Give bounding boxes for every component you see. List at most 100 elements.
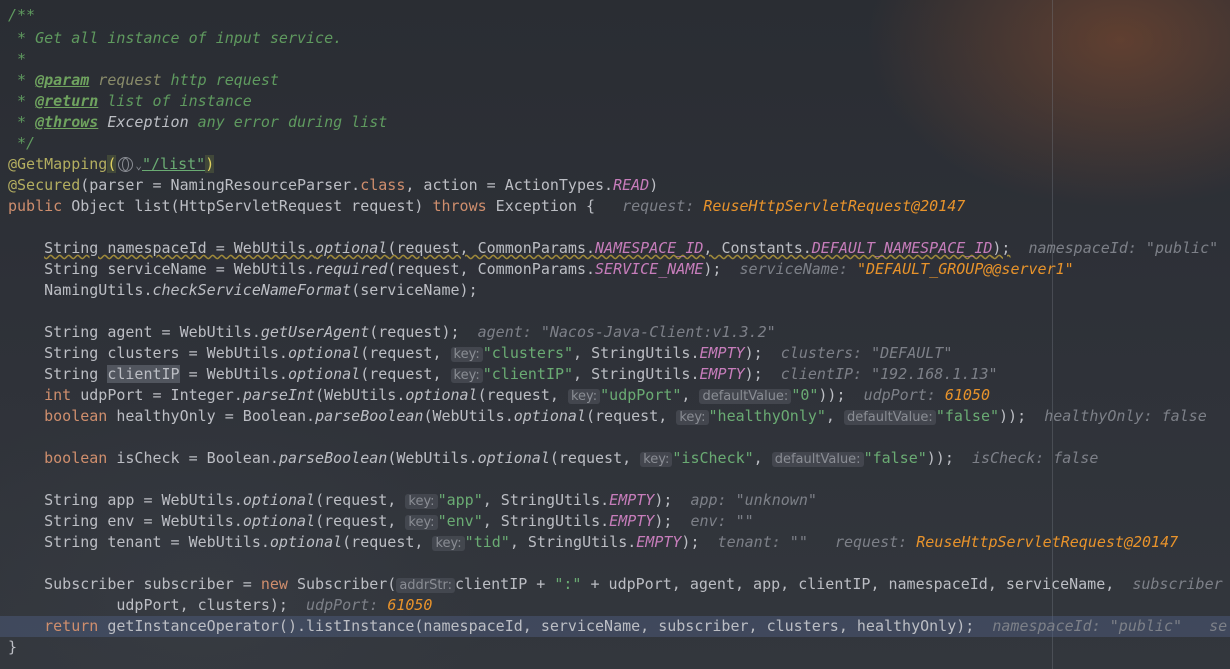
string-literal: "app"	[437, 491, 483, 509]
debug-inline-value: namespaceId: "public"	[992, 617, 1183, 635]
code-text: );	[744, 344, 763, 362]
code-line[interactable]: */	[8, 133, 35, 154]
method-call: optional	[513, 407, 586, 425]
code-text: (request,	[360, 365, 451, 383]
constant: NAMESPACE_ID	[595, 239, 704, 257]
code-text: (WebUtils.	[387, 449, 478, 467]
string-literal[interactable]: "/list"	[142, 155, 205, 173]
code-text: isCheck = Boolean.	[107, 449, 279, 467]
code-text: );	[744, 365, 763, 383]
debug-inline-object[interactable]: ReuseHttpServletRequest@20147	[703, 197, 965, 215]
code-line[interactable]: NamingUtils.checkServiceNameFormat(servi…	[8, 280, 478, 301]
code-text: , StringUtils.	[573, 365, 700, 383]
code-line[interactable]: @Secured(parser = NamingResourceParser.c…	[8, 175, 658, 196]
string-literal: "false"	[935, 407, 1000, 425]
param-hint: key:	[450, 347, 483, 362]
code-line[interactable]: boolean healthyOnly = Boolean.parseBoole…	[8, 406, 1207, 427]
method-call: required	[315, 260, 388, 278]
method-call: optional	[242, 491, 316, 509]
code-line-current[interactable]: return getInstanceOperator().listInstanc…	[8, 616, 1227, 637]
param-hint: key:	[450, 368, 483, 383]
code-line[interactable]: String namespaceId = WebUtils.optional(r…	[8, 238, 1218, 259]
code-text: ));	[926, 449, 954, 467]
debug-inline-value: se	[1209, 617, 1228, 635]
code-text: );	[703, 260, 722, 278]
code-line[interactable]: * @param request http request	[8, 70, 279, 91]
code-line[interactable]: * Get all instance of input service.	[8, 28, 342, 49]
code-text: ,	[753, 449, 772, 467]
code-text: Exception {	[486, 197, 596, 215]
code-text: ,	[681, 386, 700, 404]
code-line[interactable]: * @return list of instance	[8, 91, 252, 112]
code-line[interactable]: *	[8, 49, 26, 70]
param-hint: defaultValue:	[843, 410, 936, 425]
debug-inline-value: clientIP: "192.168.1.13"	[780, 365, 998, 383]
debug-inline-number: 61050	[944, 386, 990, 404]
method-call: optional	[269, 533, 343, 551]
code-line[interactable]: String clusters = WebUtils.optional(requ…	[8, 343, 952, 364]
code-text: , action = ActionTypes.	[405, 176, 614, 194]
debug-inline-number: 61050	[387, 596, 433, 614]
code-text: String clusters = WebUtils.	[44, 344, 288, 362]
warning-underline: String namespaceId = WebUtils.optional(r…	[44, 239, 1010, 257]
param-hint: defaultValue:	[771, 452, 864, 467]
code-text: (request);	[369, 323, 460, 341]
code-line[interactable]: }	[8, 637, 17, 658]
keyword: public	[8, 197, 63, 215]
code-line[interactable]: String tenant = WebUtils.optional(reques…	[8, 532, 1178, 553]
comment: http request	[161, 71, 279, 89]
bracket-match: )	[205, 155, 215, 173]
globe-icon[interactable]	[118, 157, 134, 172]
code-line[interactable]: public Object list(HttpServletRequest re…	[8, 196, 965, 217]
constant: DEFAULT_NAMESPACE_ID	[811, 239, 993, 257]
right-margin-guide	[1052, 0, 1053, 669]
code-text: (request, CommonParams.	[387, 260, 596, 278]
code-text: (request,	[315, 491, 406, 509]
debug-inline-object[interactable]: ReuseHttpServletRequest@20147	[916, 533, 1178, 551]
code-text: Subscriber subscriber =	[44, 575, 261, 593]
closing-brace: }	[8, 638, 18, 656]
code-text: )	[649, 176, 659, 194]
debug-inline-value: subscriber	[1132, 575, 1223, 593]
code-line[interactable]: Subscriber subscriber = new Subscriber(a…	[8, 574, 1223, 595]
debug-inline-value: namespaceId: "public"	[1028, 239, 1219, 257]
code-line[interactable]: String clientIP = WebUtils.optional(requ…	[8, 364, 998, 385]
code-line[interactable]: * @throws Exception any error during lis…	[8, 112, 387, 133]
code-text: ,	[825, 407, 844, 425]
code-editor[interactable]: /** * Get all instance of input service.…	[0, 0, 1230, 669]
annotation: @GetMapping	[8, 155, 108, 173]
method-call: optional	[242, 512, 316, 530]
code-text: getInstanceOperator().listInstance(names…	[98, 617, 975, 635]
code-line[interactable]: String env = WebUtils.optional(request, …	[8, 511, 754, 532]
constant: EMPTY	[636, 533, 682, 551]
method-call: parseInt	[242, 386, 316, 404]
param-hint: key:	[676, 410, 709, 425]
string-literal: "tid"	[464, 533, 510, 551]
code-line[interactable]: udpPort, clusters); udpPort: 61050	[8, 595, 432, 616]
code-line[interactable]: @GetMapping(⌄"/list")	[8, 154, 215, 175]
code-text: String	[44, 365, 108, 383]
debug-inline-value: tenant: ""	[717, 533, 808, 551]
code-text: String namespaceId = WebUtils.	[44, 239, 316, 257]
code-line[interactable]: int udpPort = Integer.parseInt(WebUtils.…	[8, 385, 990, 406]
code-line[interactable]: /**	[8, 5, 35, 26]
code-line[interactable]: String serviceName = WebUtils.required(r…	[8, 259, 1074, 280]
code-text: ));	[818, 386, 846, 404]
code-text: clientIP +	[455, 575, 555, 593]
javadoc-tag: @return	[35, 92, 99, 110]
comment: *	[8, 92, 36, 110]
code-line[interactable]: String agent = WebUtils.getUserAgent(req…	[8, 322, 776, 343]
constant: EMPTY	[609, 512, 655, 530]
string-literal: "udpPort"	[600, 386, 682, 404]
code-text: , StringUtils.	[482, 512, 610, 530]
debug-inline-value: udpPort:	[863, 386, 945, 404]
selected-identifier[interactable]: clientIP	[107, 365, 180, 383]
chevron-down-icon[interactable]: ⌄	[135, 159, 142, 172]
method-call: parseBoolean	[278, 449, 388, 467]
javadoc-tag: @param	[35, 71, 90, 89]
code-line[interactable]: boolean isCheck = Boolean.parseBoolean(W…	[8, 448, 1098, 469]
code-text: (request,	[342, 533, 433, 551]
code-text: udpPort = Integer.	[71, 386, 243, 404]
code-text: (request,	[549, 449, 641, 467]
code-line[interactable]: String app = WebUtils.optional(request, …	[8, 490, 817, 511]
